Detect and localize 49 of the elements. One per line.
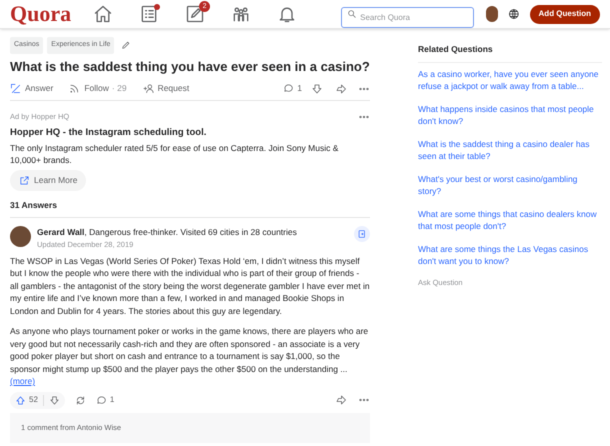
learn-more-button[interactable]: Learn More [10,170,86,191]
comment-button[interactable]: 1 [283,82,302,95]
downvote-icon [48,394,60,406]
quora-logo[interactable]: Quora [10,3,72,25]
search-field[interactable]: Search Quora [341,6,474,28]
bookmark-button[interactable] [354,226,370,242]
share-arrow-icon[interactable] [335,82,347,94]
pencil-lines-icon [10,83,21,94]
upvote-icon [15,394,26,406]
add-question-button[interactable]: Add Question [530,4,600,24]
related-question-link[interactable]: What are some things that casino dealers know that most people don't? [418,208,602,233]
speech-bubble-icon [96,394,107,406]
ad-text: The only Instagram scheduler rated 5/5 for ease of use on Capterra. Join Sony Music & 10,000+ brands. [10,142,340,166]
follow-button[interactable]: Follow [69,82,109,95]
circular-arrows-icon[interactable] [74,394,86,406]
related-question-link[interactable]: What's your best or worst casino/gambling story? [418,172,602,198]
comment-button[interactable]: 1 [96,394,114,406]
pencil-icon[interactable] [121,40,132,50]
related-question-link[interactable]: What are some things the Las Vegas casinos don't want you to know? [418,242,602,268]
related-question-link[interactable]: What is the saddest thing a casino dealer has seen at their table? [418,138,602,163]
globe-icon[interactable] [508,6,520,22]
pencil-square-icon [185,4,206,24]
follower-count: · 29 [112,82,127,95]
answer-paragraph: The WSOP in Las Vegas (World Series Of Poker) Texas Hold ‘em, I didn’t witness this myself but I know the people who were there with the individual who is part of their group of friends - all gamblers - the antagonist of the story being the worst degenerate gambler I have ever met in my entire life and I’ve known more than a few, I worked in and managed Bookie Shops in London and Dublin for 4 years. The stories about this guy are legendary. [10,254,370,317]
add-person-icon [142,83,154,94]
author-credential: , Dangerous free-thinker. Visited 69 cities in 28 countries [84,226,297,236]
related-question-link[interactable]: What happens inside casinos that most people don't know? [418,102,602,128]
avatar[interactable] [10,226,31,246]
author-name[interactable]: Gerard Wall [37,226,84,236]
upvote-button[interactable]: 52 [10,394,43,406]
ad-title: Hopper HQ - the Instagram scheduling tool. [10,126,208,140]
list-icon [139,4,160,24]
question-title: What is the saddest thing you have ever seen in a casino? [10,58,370,74]
home-icon [93,4,114,24]
speech-bubble-icon [283,83,294,94]
answer-paragraph: As anyone who plays tournament poker or works in the game knows, there are players who are very good but not necessarily cash-rich and they are often sponsored - an associate is a very good poker player but short on cash and entrance to a tournament is say $1,000, so the sponsor might stump up $500 and the player pays the other $500 on the understanding ... (more) [10,325,370,388]
search-icon [347,9,358,19]
answers-count: 31 Answers [10,198,58,212]
document-plus-icon [357,228,367,238]
related-question-link[interactable]: As a casino worker, have you ever seen anyone refuse a jackpot or walk away from a table... [418,68,602,93]
more-link[interactable]: (more) [10,376,36,386]
request-button[interactable]: Request [142,82,190,95]
avatar[interactable] [486,6,498,22]
answer-button[interactable]: Answer [10,82,54,95]
downvote-icon[interactable] [311,82,323,94]
share-arrow-icon[interactable] [335,394,347,406]
related-heading: Related Questions [418,43,602,63]
external-link-icon [19,174,30,186]
signal-arcs-icon [69,83,80,94]
